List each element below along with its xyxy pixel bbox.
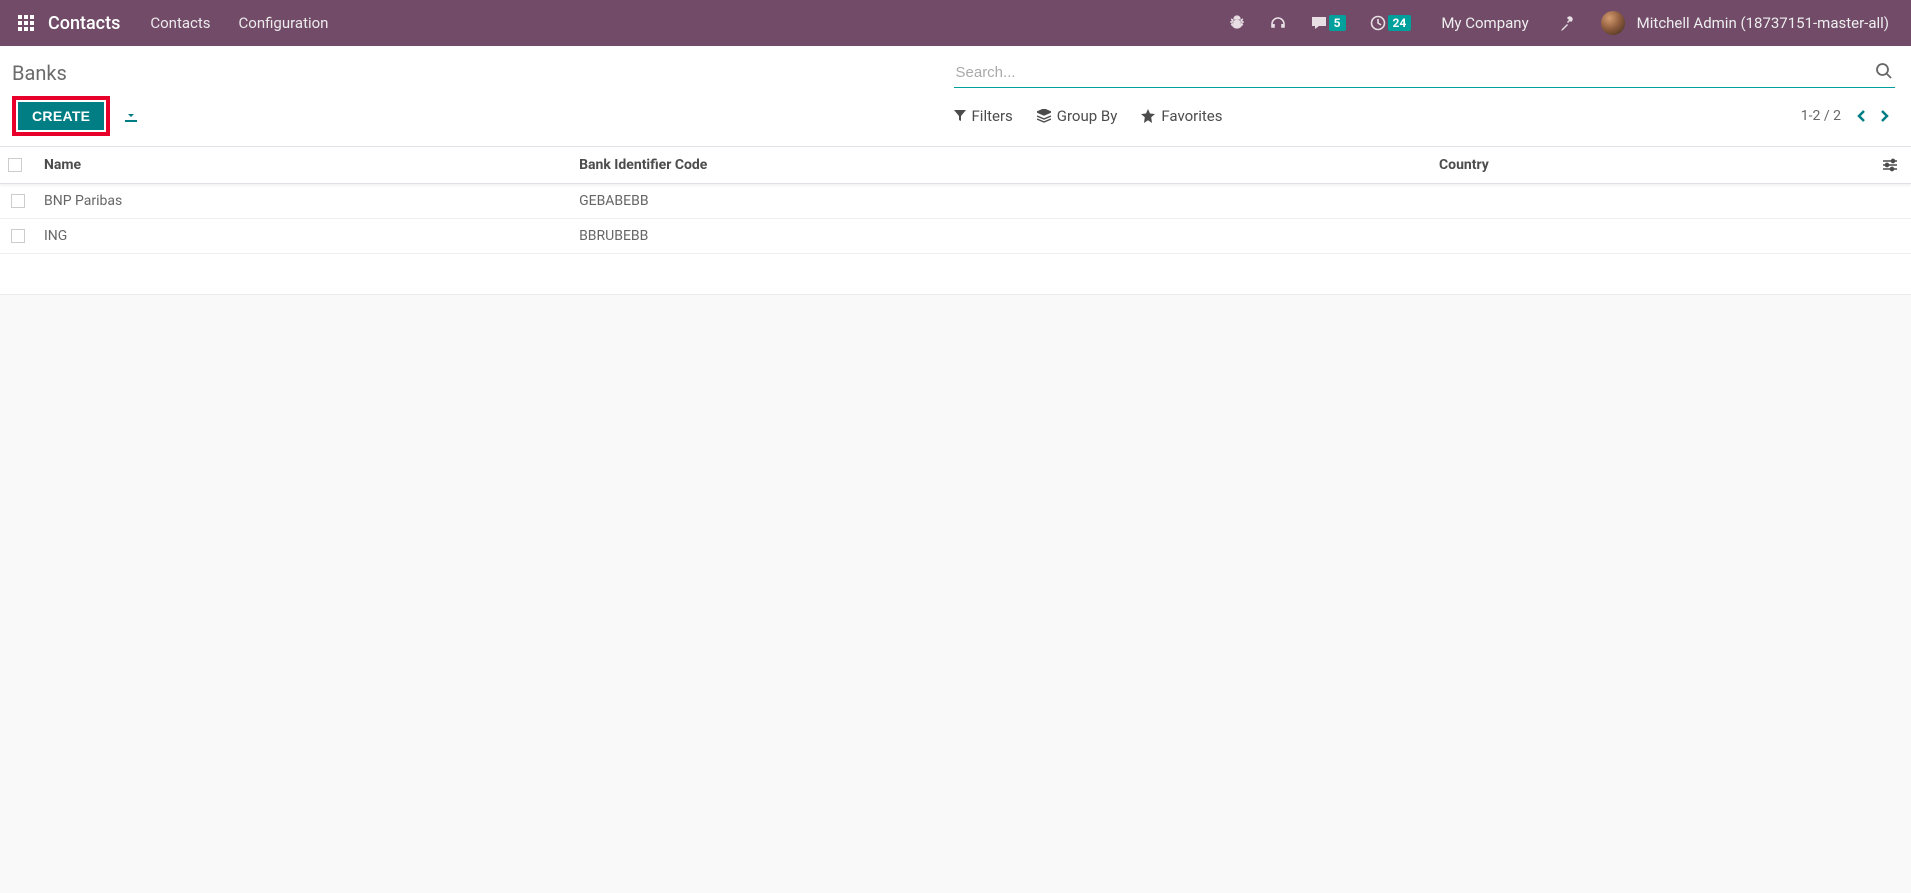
- pager: 1-2 / 2: [1801, 107, 1895, 125]
- top-nav: Contacts Contacts Configuration 5 24 My …: [0, 0, 1911, 46]
- cell-bic: BBRUBEBB: [571, 219, 1431, 254]
- control-panel: Banks CREATE Filters: [0, 46, 1911, 147]
- favorites-button[interactable]: Favorites: [1141, 107, 1222, 125]
- wrench-icon: [1559, 14, 1577, 32]
- messaging-button[interactable]: 5: [1303, 0, 1354, 46]
- sliders-icon: [1883, 158, 1897, 172]
- list-view: Name Bank Identifier Code Country BNP Pa…: [0, 147, 1911, 295]
- menu-contacts[interactable]: Contacts: [136, 0, 224, 46]
- favorites-label: Favorites: [1161, 107, 1222, 125]
- create-button[interactable]: CREATE: [18, 102, 104, 130]
- app-brand[interactable]: Contacts: [44, 13, 136, 34]
- create-highlight: CREATE: [12, 96, 110, 136]
- table-row[interactable]: BNP Paribas GEBABEBB: [0, 184, 1911, 219]
- banks-table: Name Bank Identifier Code Country BNP Pa…: [0, 147, 1911, 254]
- select-all-header: [0, 147, 36, 184]
- activities-button[interactable]: 24: [1362, 0, 1420, 46]
- cell-country: [1431, 219, 1875, 254]
- tools-button[interactable]: [1551, 0, 1585, 46]
- support-button[interactable]: [1261, 0, 1295, 46]
- apps-grid-icon: [18, 15, 34, 31]
- cell-country: [1431, 184, 1875, 219]
- menu-configuration[interactable]: Configuration: [225, 0, 343, 46]
- activities-badge: 24: [1388, 15, 1412, 31]
- chevron-right-icon: [1877, 109, 1891, 123]
- page-title: Banks: [12, 61, 67, 85]
- column-options[interactable]: [1875, 147, 1911, 184]
- table-row[interactable]: ING BBRUBEBB: [0, 219, 1911, 254]
- user-label: Mitchell Admin (18737151-master-all): [1631, 14, 1895, 32]
- cell-name: BNP Paribas: [36, 184, 571, 219]
- layers-icon: [1037, 109, 1051, 123]
- column-name[interactable]: Name: [36, 147, 571, 184]
- select-all-checkbox[interactable]: [8, 158, 22, 172]
- search-input[interactable]: [954, 58, 1896, 88]
- export-button[interactable]: [118, 105, 144, 127]
- filters-label: Filters: [972, 107, 1013, 125]
- filters-button[interactable]: Filters: [954, 107, 1013, 125]
- table-body: BNP Paribas GEBABEBB ING BBRUBEBB: [0, 184, 1911, 254]
- company-switcher[interactable]: My Company: [1427, 0, 1542, 46]
- pager-value[interactable]: 1-2 / 2: [1801, 108, 1841, 124]
- apps-menu-button[interactable]: [8, 9, 44, 37]
- search-icon: [1875, 62, 1893, 80]
- search-wrap: [954, 58, 1896, 88]
- star-icon: [1141, 109, 1155, 123]
- company-label: My Company: [1435, 14, 1534, 32]
- cell-bic: GEBABEBB: [571, 184, 1431, 219]
- debug-button[interactable]: [1221, 0, 1253, 46]
- messaging-badge: 5: [1329, 15, 1346, 31]
- groupby-button[interactable]: Group By: [1037, 107, 1118, 125]
- column-country[interactable]: Country: [1431, 147, 1875, 184]
- groupby-label: Group By: [1057, 107, 1118, 125]
- top-nav-left: Contacts Contacts Configuration: [8, 0, 342, 46]
- avatar: [1601, 11, 1625, 35]
- row-checkbox[interactable]: [11, 194, 25, 208]
- chat-icon: [1311, 15, 1327, 31]
- funnel-icon: [954, 110, 966, 122]
- top-nav-right: 5 24 My Company Mitchell Admin (18737151…: [1221, 0, 1903, 46]
- support-icon: [1269, 14, 1287, 32]
- clock-icon: [1370, 15, 1386, 31]
- pager-next[interactable]: [1873, 107, 1895, 125]
- cell-name: ING: [36, 219, 571, 254]
- row-checkbox[interactable]: [11, 229, 25, 243]
- user-menu[interactable]: Mitchell Admin (18737151-master-all): [1593, 0, 1903, 46]
- bug-icon: [1229, 15, 1245, 31]
- pager-prev[interactable]: [1851, 107, 1873, 125]
- download-icon: [124, 109, 138, 123]
- chevron-left-icon: [1855, 109, 1869, 123]
- search-button[interactable]: [1875, 62, 1893, 80]
- column-bic[interactable]: Bank Identifier Code: [571, 147, 1431, 184]
- table-head-row: Name Bank Identifier Code Country: [0, 147, 1911, 184]
- cp-search-options: Filters Group By Favorites 1-2 / 2: [954, 107, 1896, 125]
- cp-buttons: CREATE: [12, 96, 144, 136]
